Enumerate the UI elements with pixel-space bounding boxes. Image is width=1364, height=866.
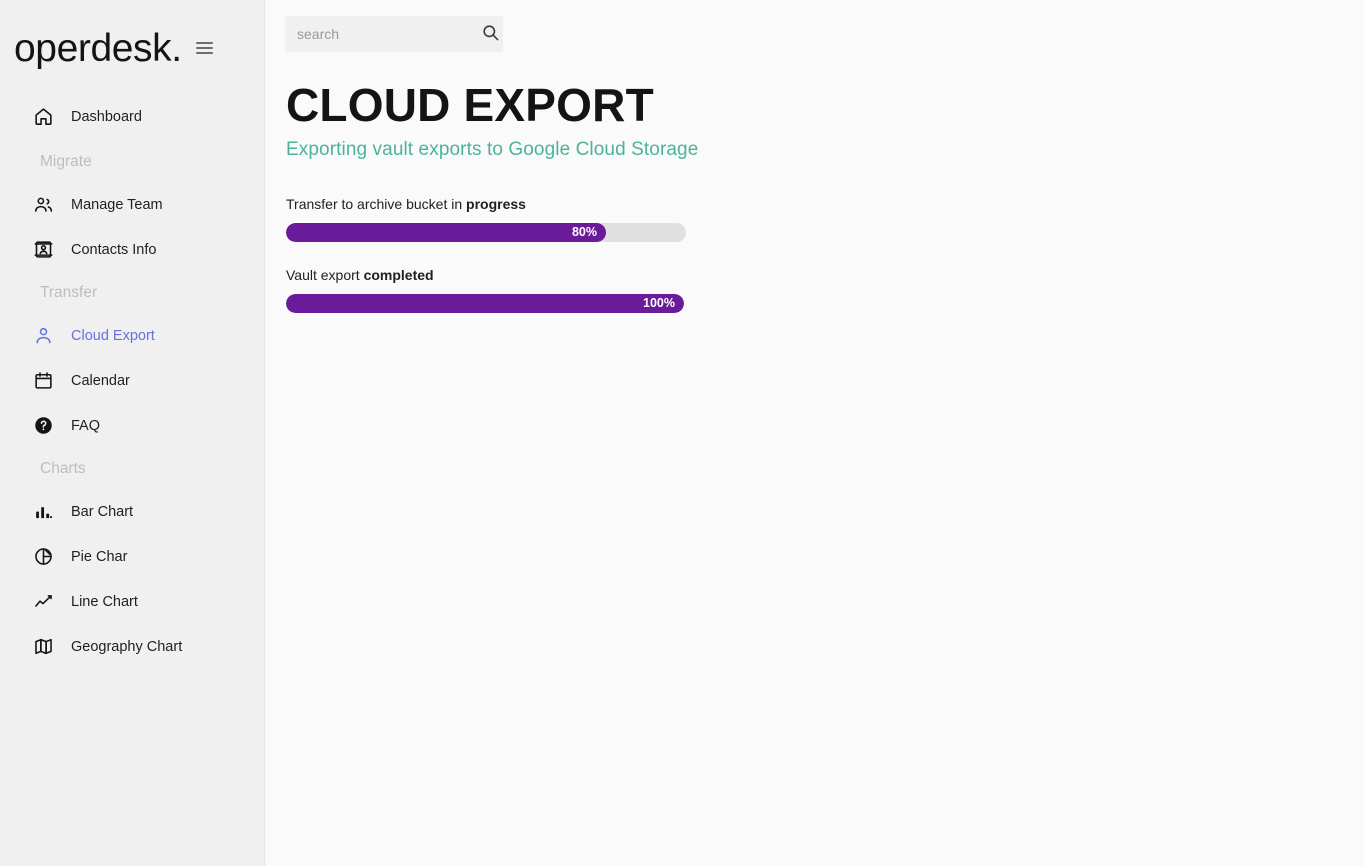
sidebar-item-contacts-info[interactable]: Contacts Info [0, 235, 264, 264]
progress-track: 80% [286, 222, 686, 242]
progress-fill: 100% [286, 293, 684, 313]
sidebar-item-pie-char[interactable]: Pie Char [0, 542, 264, 571]
progress-label: Transfer to archive bucket in progress [286, 196, 1364, 212]
progress-label-text: Vault export [286, 266, 364, 283]
sidebar-nav: Dashboard Migrate Manage Team Contacts Info… [0, 96, 264, 661]
sidebar-item-calendar[interactable]: Calendar [0, 366, 264, 395]
sidebar-item-geography-chart[interactable]: Geography Chart [0, 632, 264, 661]
brand-title: operdesk. [14, 26, 182, 70]
sidebar-section-charts: Charts [40, 460, 86, 477]
line-chart-icon [32, 591, 54, 613]
search-input[interactable] [285, 26, 478, 42]
sidebar-item-label: Pie Char [71, 548, 128, 565]
sidebar: operdesk. Dashboard Migrate Manage Team Con… [0, 0, 265, 866]
app-root: operdesk. Dashboard Migrate Manage Team Con… [0, 0, 1364, 866]
progress-label-status: completed [363, 266, 434, 283]
search-button[interactable] [478, 16, 503, 52]
sidebar-section-transfer: Transfer [40, 284, 98, 301]
progress-block: Vault export completed 100% [286, 267, 1364, 313]
progress-label-status: progress [466, 195, 526, 212]
progress-value: 80% [571, 224, 597, 239]
page-title: CLOUD EXPORT [286, 79, 654, 131]
map-icon [32, 636, 54, 658]
contact-card-icon [32, 239, 54, 261]
sidebar-item-label: Line Chart [71, 593, 138, 610]
progress-track: 100% [286, 293, 684, 313]
person-icon [32, 325, 54, 347]
progress-block: Transfer to archive bucket in progress 80… [286, 196, 1364, 242]
home-icon [32, 106, 54, 128]
sidebar-item-manage-team[interactable]: Manage Team [0, 190, 264, 219]
sidebar-item-label: FAQ [71, 417, 101, 434]
hamburger-icon[interactable] [195, 37, 218, 59]
brand-row: operdesk. [0, 0, 264, 96]
progress-fill: 80% [286, 222, 606, 242]
sidebar-item-faq[interactable]: FAQ [0, 411, 264, 440]
progress-label: Vault export completed [286, 267, 1364, 283]
sidebar-item-label: Manage Team [71, 196, 163, 213]
progress-list: Transfer to archive bucket in progress 80… [286, 196, 1364, 313]
people-icon [32, 194, 54, 216]
sidebar-item-dashboard[interactable]: Dashboard [0, 102, 264, 131]
page-subtitle: Exporting vault exports to Google Cloud … [286, 138, 699, 160]
sidebar-item-label: Contacts Info [71, 241, 157, 258]
search-icon [481, 23, 500, 45]
sidebar-item-label: Dashboard [71, 108, 142, 125]
sidebar-item-label: Cloud Export [71, 327, 155, 344]
page-content: CLOUD EXPORT Exporting vault exports to … [286, 80, 1364, 313]
sidebar-item-label: Calendar [71, 372, 130, 389]
sidebar-item-bar-chart[interactable]: Bar Chart [0, 497, 264, 526]
search-bar [285, 16, 503, 52]
main-content: CLOUD EXPORT Exporting vault exports to … [265, 0, 1364, 866]
bar-chart-icon [32, 501, 54, 523]
calendar-icon [32, 370, 54, 392]
sidebar-item-label: Bar Chart [71, 503, 134, 520]
sidebar-section-migrate: Migrate [40, 153, 92, 170]
sidebar-item-line-chart[interactable]: Line Chart [0, 587, 264, 616]
progress-label-text: Transfer to archive bucket in [286, 195, 467, 212]
pie-chart-icon [32, 546, 54, 568]
sidebar-item-cloud-export[interactable]: Cloud Export [0, 321, 264, 350]
progress-value: 100% [643, 295, 675, 310]
sidebar-item-label: Geography Chart [71, 638, 183, 655]
help-circle-icon [32, 415, 54, 437]
